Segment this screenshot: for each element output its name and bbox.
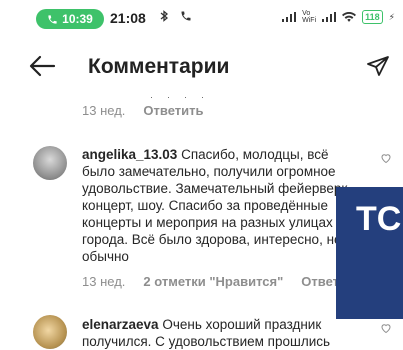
comment-meta: 13 нед. 2 отметки "Нравится" Ответ: [82, 274, 339, 289]
send-direct-icon[interactable]: [366, 54, 390, 78]
heart-icon[interactable]: [380, 152, 392, 164]
call-icon: [181, 11, 191, 21]
comment-username[interactable]: elenarzaeva: [82, 317, 159, 332]
ongoing-call-pill[interactable]: 10:39: [36, 9, 104, 29]
avatar[interactable]: [33, 146, 67, 180]
header: Комментарии: [0, 40, 403, 92]
comment-body: elenarzaeva Очень хороший праздник получ…: [82, 316, 357, 350]
heart-icon[interactable]: [380, 322, 392, 334]
avatar[interactable]: [33, 315, 67, 349]
call-duration: 10:39: [62, 12, 93, 26]
signal-icon-2: [322, 12, 337, 22]
comment-body: angelika_13.03 Спасибо, молодцы, всё был…: [82, 146, 357, 265]
wifi-icon: [342, 11, 357, 22]
phone-icon: [48, 14, 57, 24]
back-arrow-icon[interactable]: [28, 54, 56, 78]
prev-comment-meta: 13 нед. Ответить: [82, 103, 203, 118]
clock: 21:08: [110, 10, 146, 26]
comment-time: 13 нед.: [82, 274, 126, 289]
truncated-text-dots: ····: [150, 92, 218, 102]
charging-icon: ⚡: [388, 11, 395, 22]
prev-comment-reply-button[interactable]: Ответить: [143, 103, 203, 118]
volte-label: Vo: [302, 10, 311, 17]
comment-username[interactable]: angelika_13.03: [82, 147, 177, 162]
status-bar: 10:39 21:08 Vo WiFi 118 ⚡: [0, 0, 403, 34]
battery-indicator: 118: [362, 10, 383, 24]
prev-comment-time: 13 нед.: [82, 103, 126, 118]
signal-icon: [282, 12, 297, 22]
comment-likes[interactable]: 2 отметки "Нравится": [143, 274, 283, 289]
page-title: Комментарии: [88, 55, 230, 78]
comment-reply-button[interactable]: Ответ: [301, 274, 339, 289]
comment-text: Спасибо, молодцы, всё было замечательно,…: [82, 147, 352, 264]
vowifi-label: WiFi: [302, 17, 317, 24]
overlay-text: TC: [356, 200, 402, 238]
bluetooth-icon: [160, 10, 169, 22]
